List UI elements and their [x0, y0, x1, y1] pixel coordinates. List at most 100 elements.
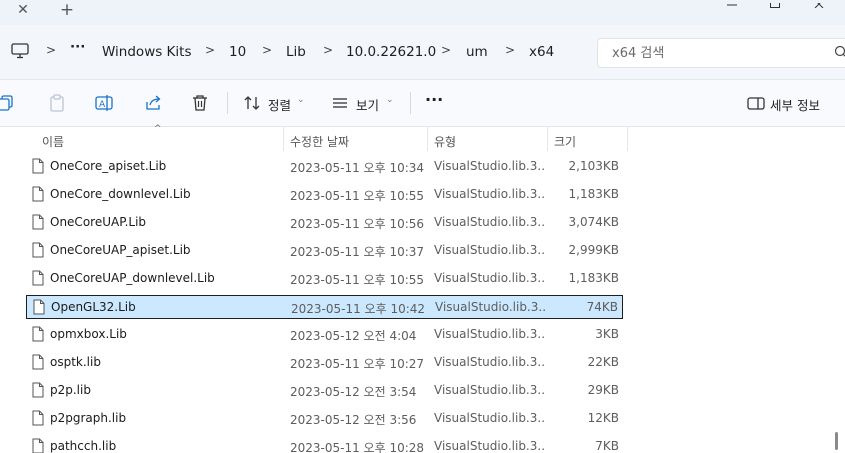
- details-pane-icon: [747, 97, 765, 110]
- breadcrumb-version[interactable]: 10.0.22621.0: [346, 44, 436, 60]
- rename-icon[interactable]: A: [94, 93, 114, 113]
- close-tab-button[interactable]: ✕: [12, 0, 34, 20]
- column-header-type[interactable]: 유형: [434, 133, 456, 155]
- sort-label: 정렬: [268, 98, 292, 113]
- details-label: 세부 정보: [770, 98, 820, 113]
- file-date: 2023-05-11 오후 10:55: [290, 273, 425, 287]
- breadcrumb-x64[interactable]: x64: [529, 44, 554, 60]
- file-type: VisualStudio.lib.3...: [434, 355, 546, 369]
- column-header-date[interactable]: 수정한 날짜: [290, 133, 349, 155]
- view-list-icon: [333, 98, 347, 108]
- file-icon: [32, 382, 44, 398]
- file-size: 29KB: [587, 383, 619, 397]
- file-size: 2,103KB: [568, 159, 619, 173]
- file-date: 2023-05-11 오후 10:37: [290, 245, 425, 259]
- chevron-down-icon: ⌄: [386, 95, 394, 105]
- file-date: 2023-05-11 오후 10:56: [290, 217, 425, 231]
- file-type: VisualStudio.lib.3...: [434, 439, 546, 453]
- toolbar-divider: [410, 92, 411, 114]
- file-name: OneCoreUAP_apiset.Lib: [50, 243, 191, 257]
- breadcrumb-um[interactable]: um: [466, 44, 488, 60]
- file-icon: [32, 354, 44, 370]
- file-size: 7KB: [595, 439, 619, 453]
- file-icon: [32, 186, 44, 202]
- column-header-name[interactable]: 이름: [42, 133, 64, 155]
- column-divider[interactable]: [547, 127, 548, 151]
- share-icon[interactable]: [143, 93, 163, 113]
- column-header-label: 크기: [554, 135, 577, 149]
- file-name: pathcch.lib: [50, 439, 117, 453]
- vertical-scrollbar[interactable]: [835, 432, 838, 450]
- computer-button[interactable]: [11, 43, 29, 62]
- file-size: 1,183KB: [568, 271, 619, 285]
- table-row[interactable]: opmxbox.Lib 2023-05-12 오전 4:04 VisualStu…: [26, 323, 623, 347]
- column-header-size[interactable]: 크기: [554, 133, 576, 155]
- new-tab-button[interactable]: +: [56, 0, 78, 20]
- monitor-icon: [11, 43, 29, 59]
- table-row[interactable]: pathcch.lib 2023-05-11 오후 10:28 VisualSt…: [26, 435, 623, 453]
- search-input[interactable]: [612, 44, 812, 62]
- breadcrumb-windows-kits[interactable]: Windows Kits: [102, 44, 191, 60]
- view-label: 보기: [356, 98, 380, 113]
- search-icon: [834, 45, 845, 57]
- column-header-label: 이름: [42, 135, 65, 149]
- chevron-right-icon: >: [46, 43, 57, 57]
- maximize-icon: [770, 0, 780, 8]
- breadcrumb-10[interactable]: 10: [229, 44, 246, 60]
- table-row[interactable]: p2pgraph.lib 2023-05-12 오전 3:56 VisualSt…: [26, 407, 623, 431]
- file-date: 2023-05-12 오전 3:56: [290, 413, 417, 427]
- file-type: VisualStudio.lib.3...: [434, 215, 546, 229]
- file-name: opmxbox.Lib: [50, 327, 127, 341]
- more-options-button[interactable]: ···: [425, 90, 443, 109]
- table-row[interactable]: OneCoreUAP.Lib 2023-05-11 오후 10:56 Visua…: [26, 211, 623, 235]
- maximize-button[interactable]: [765, 0, 785, 8]
- table-row[interactable]: OneCore_downlevel.Lib 2023-05-11 오후 10:5…: [26, 183, 623, 207]
- file-icon: [32, 158, 44, 174]
- file-name: p2p.lib: [50, 383, 91, 397]
- close-window-button[interactable]: [810, 0, 830, 8]
- column-divider[interactable]: [627, 127, 628, 151]
- file-size: 2,999KB: [568, 243, 619, 257]
- file-date: 2023-05-12 오전 4:04: [290, 329, 417, 343]
- plus-icon: +: [59, 0, 75, 20]
- table-row[interactable]: OneCoreUAP_downlevel.Lib 2023-05-11 오후 1…: [26, 267, 623, 291]
- chevron-right-icon: >: [505, 43, 516, 57]
- file-size: 3,074KB: [568, 215, 619, 229]
- copy-icon[interactable]: [0, 93, 16, 113]
- chevron-right-icon: >: [323, 43, 334, 57]
- close-window-icon: [814, 0, 824, 8]
- more-locations-button[interactable]: ···: [70, 39, 85, 55]
- table-row[interactable]: OneCore_apiset.Lib 2023-05-11 오후 10:34 V…: [26, 155, 623, 179]
- file-type: VisualStudio.lib.3...: [434, 383, 546, 397]
- file-size: 12KB: [587, 411, 619, 425]
- breadcrumb-lib[interactable]: Lib: [286, 44, 306, 60]
- paste-icon[interactable]: [47, 93, 67, 113]
- file-date: 2023-05-11 오후 10:42: [291, 302, 426, 316]
- file-icon: [32, 242, 44, 258]
- file-icon: [32, 326, 44, 342]
- search-box[interactable]: [597, 38, 845, 68]
- file-name: OneCoreUAP_downlevel.Lib: [50, 271, 215, 285]
- table-row-selected[interactable]: OpenGL32.Lib 2023-05-11 오후 10:42 VisualS…: [26, 295, 623, 319]
- file-type: VisualStudio.lib.3...: [434, 187, 546, 201]
- table-row[interactable]: osptk.lib 2023-05-11 오후 10:27 VisualStud…: [26, 351, 623, 375]
- column-divider[interactable]: [427, 127, 428, 151]
- svg-text:A: A: [99, 100, 106, 110]
- chevron-right-icon: >: [441, 43, 452, 57]
- file-date: 2023-05-11 오후 10:34: [290, 161, 425, 175]
- trash-icon[interactable]: [190, 93, 210, 113]
- file-size: 1,183KB: [568, 187, 619, 201]
- file-type: VisualStudio.lib.3...: [434, 327, 546, 341]
- file-icon: [32, 438, 44, 453]
- file-icon: [33, 299, 45, 315]
- file-name: OneCoreUAP.Lib: [50, 215, 147, 229]
- column-header-label: 수정한 날짜: [290, 135, 350, 149]
- chevron-down-icon: ⌄: [297, 95, 305, 105]
- column-divider[interactable]: [283, 127, 284, 151]
- minimize-icon: [727, 4, 737, 6]
- file-name: OpenGL32.Lib: [51, 300, 136, 314]
- table-row[interactable]: p2p.lib 2023-05-12 오전 3:54 VisualStudio.…: [26, 379, 623, 403]
- minimize-button[interactable]: [722, 0, 742, 8]
- file-name: OneCore_downlevel.Lib: [50, 187, 191, 201]
- table-row[interactable]: OneCoreUAP_apiset.Lib 2023-05-11 오후 10:3…: [26, 239, 623, 263]
